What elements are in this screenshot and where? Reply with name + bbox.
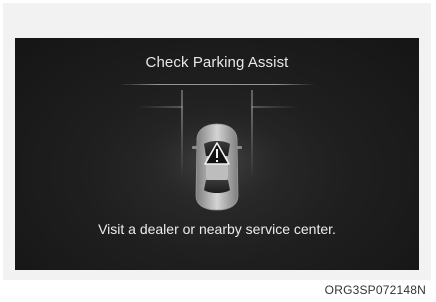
cluster-display: Check Parking Assist Visit a dealer or n…	[15, 38, 419, 270]
image-reference-code: ORG3SP072148N	[324, 283, 426, 297]
service-message: Visit a dealer or nearby service center.	[98, 221, 336, 237]
car-top-view-icon	[192, 123, 242, 211]
